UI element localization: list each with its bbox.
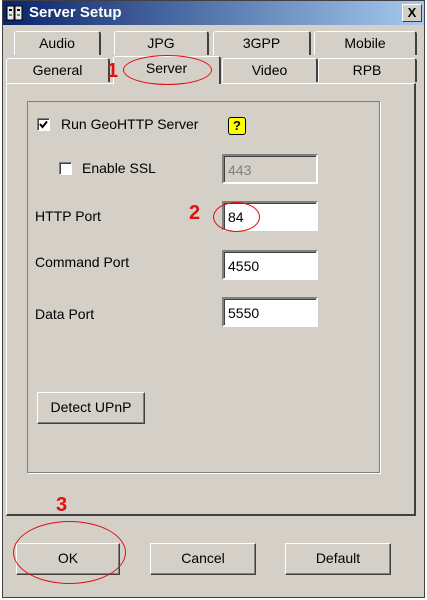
command-port-field[interactable]: 4550: [222, 250, 318, 280]
annotation-number-2: 2: [189, 202, 201, 224]
annotation-number-3: 3: [56, 494, 68, 516]
annotation-ellipse-ok-button: [13, 521, 126, 584]
data-port-field[interactable]: 5550: [222, 297, 318, 327]
tab-video[interactable]: Video: [222, 58, 318, 82]
ssl-port-field: 443: [222, 154, 318, 184]
data-port-label: Data Port: [35, 306, 95, 322]
enable-ssl-label: Enable SSL: [82, 160, 156, 176]
annotation-number-1: 1: [107, 60, 119, 82]
detect-upnp-button[interactable]: Detect UPnP: [37, 392, 145, 424]
tab-audio[interactable]: Audio: [14, 31, 101, 55]
title-bar[interactable]: Server Setup X: [3, 1, 424, 25]
tab-3gpp[interactable]: 3GPP: [213, 31, 311, 55]
tab-jpg[interactable]: JPG: [114, 31, 209, 55]
run-geohttp-label: Run GeoHTTP Server: [61, 116, 199, 132]
command-port-label: Command Port: [35, 254, 130, 270]
annotation-ellipse-http-port: [213, 202, 260, 232]
tab-mobile[interactable]: Mobile: [314, 31, 417, 55]
tab-rpb[interactable]: RPB: [318, 58, 417, 82]
enable-ssl-checkbox[interactable]: [59, 162, 72, 175]
close-button[interactable]: X: [402, 4, 422, 22]
window-title: Server Setup: [29, 4, 122, 21]
http-port-label: HTTP Port: [35, 208, 101, 224]
close-icon: X: [407, 5, 417, 20]
run-geohttp-checkbox[interactable]: [37, 118, 50, 131]
tab-general[interactable]: General: [6, 58, 110, 82]
annotation-ellipse-server-tab: [123, 55, 212, 85]
cancel-button[interactable]: Cancel: [150, 543, 256, 575]
default-button[interactable]: Default: [285, 543, 391, 575]
app-icon: [6, 5, 23, 21]
help-icon[interactable]: ?: [228, 117, 246, 135]
checkmark-icon: [39, 120, 48, 129]
